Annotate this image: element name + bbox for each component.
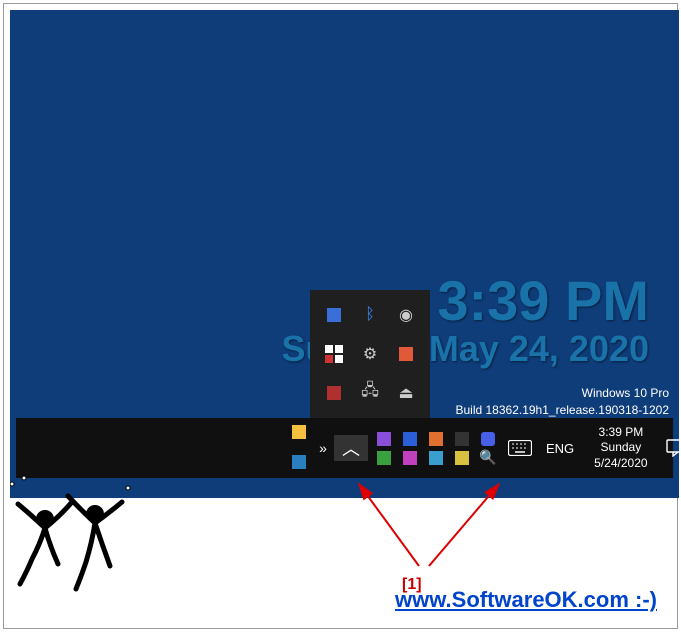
taskbar-clock-time: 3:39 PM	[594, 425, 647, 441]
folder-icon[interactable]	[292, 425, 306, 442]
nvidia-icon[interactable]: ◉	[390, 298, 422, 333]
touch-keyboard-button[interactable]	[504, 440, 536, 456]
bluetooth-icon[interactable]: ᛒ	[354, 298, 386, 333]
windows-build-watermark: Windows 10 Pro Build 18362.19h1_release.…	[455, 385, 669, 419]
network-icon[interactable]: 🖧	[354, 375, 386, 410]
file-explorer-icon[interactable]	[390, 337, 422, 372]
screenshot-frame: 3:39 PM Sunday, May 24, 2020 Windows 10 …	[3, 3, 678, 629]
footer-url-link[interactable]: www.SoftwareOK.com :-)	[395, 587, 657, 613]
windows-security-icon[interactable]	[318, 337, 350, 372]
app-cyan-icon[interactable]	[424, 449, 448, 466]
taskbar-tray-icons-grid: 🔍	[368, 426, 504, 470]
taskbar-clock[interactable]: 3:39 PM Sunday 5/24/2020	[584, 425, 657, 472]
desktop-wallpaper: 3:39 PM Sunday, May 24, 2020 Windows 10 …	[10, 10, 679, 498]
shield-check-icon[interactable]	[476, 430, 500, 447]
system-tray-overflow-flyout[interactable]: ᛒ ◉ ⚙ 🖧 ⏏	[310, 290, 430, 418]
taskbar-clock-date: 5/24/2020	[594, 456, 647, 472]
taskbar: » ︿ 🔍	[16, 418, 673, 478]
chevron-up-icon: ︿	[342, 435, 360, 461]
tray-overflow-chevron-button[interactable]: ︿	[334, 435, 368, 461]
dancing-figures-logo-icon	[10, 474, 140, 614]
windows-edition-label: Windows 10 Pro	[455, 385, 669, 402]
app-magenta-icon[interactable]	[398, 449, 422, 466]
power-icon[interactable]	[424, 430, 448, 447]
app-green-icon[interactable]	[372, 449, 396, 466]
taskbar-left-group: » ︿ 🔍	[16, 418, 504, 478]
taskbar-clock-day: Sunday	[594, 440, 647, 456]
language-indicator[interactable]: ENG	[536, 441, 584, 456]
save-disk-icon[interactable]	[318, 375, 350, 410]
action-center-button[interactable]	[658, 439, 679, 457]
taskbar-right-group: ENG 3:39 PM Sunday 5/24/2020	[504, 418, 679, 478]
desktop-clock-time: 3:39 PM	[437, 268, 649, 333]
intel-graphics-icon[interactable]	[318, 298, 350, 333]
app-yellow-icon[interactable]	[450, 449, 474, 466]
app-purple-icon[interactable]	[372, 430, 396, 447]
app-icon[interactable]	[292, 455, 306, 472]
placeholder-icon[interactable]	[450, 430, 474, 447]
settings-gear-icon[interactable]: ⚙	[354, 337, 386, 372]
chevrons-right-icon[interactable]: »	[312, 440, 334, 456]
windows-build-label: Build 18362.19h1_release.190318-1202	[455, 402, 669, 419]
magnifier-icon[interactable]: 🔍	[476, 449, 500, 466]
app-blue-icon[interactable]	[398, 430, 422, 447]
usb-eject-icon[interactable]: ⏏	[390, 375, 422, 410]
